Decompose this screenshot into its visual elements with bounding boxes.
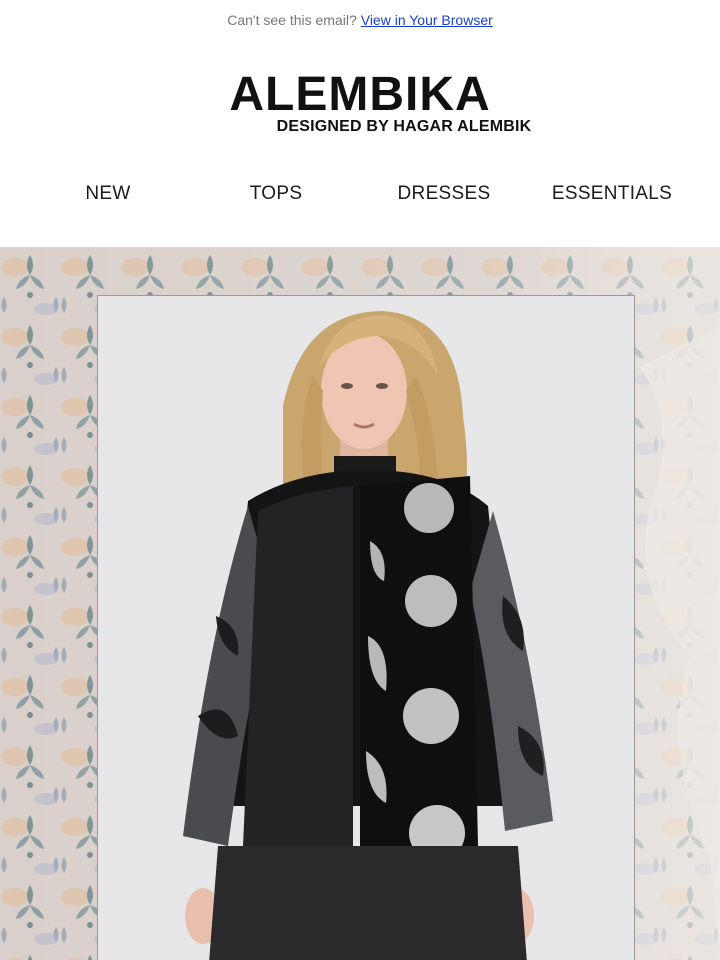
nav-item-dresses[interactable]: DRESSES xyxy=(360,176,528,212)
hero-banner[interactable] xyxy=(0,247,720,960)
nav-item-essentials[interactable]: ESSENTIALS xyxy=(528,176,696,212)
preheader-text: Can't see this email? xyxy=(227,12,357,28)
main-nav: NEW TOPS DRESSES ESSENTIALS xyxy=(24,176,696,212)
view-in-browser-link[interactable]: View in Your Browser xyxy=(361,12,493,28)
nav-item-new[interactable]: NEW xyxy=(24,176,192,212)
nav-item-tops[interactable]: TOPS xyxy=(192,176,360,212)
preheader: Can't see this email? View in Your Brows… xyxy=(0,0,720,40)
brand-name: ALEMBIKA xyxy=(229,68,491,121)
model-photo xyxy=(98,296,634,960)
brand-logo[interactable]: ALEMBIKA DESIGNED BY HAGAR ALEMBIK xyxy=(0,70,720,136)
product-photo[interactable] xyxy=(97,295,635,960)
